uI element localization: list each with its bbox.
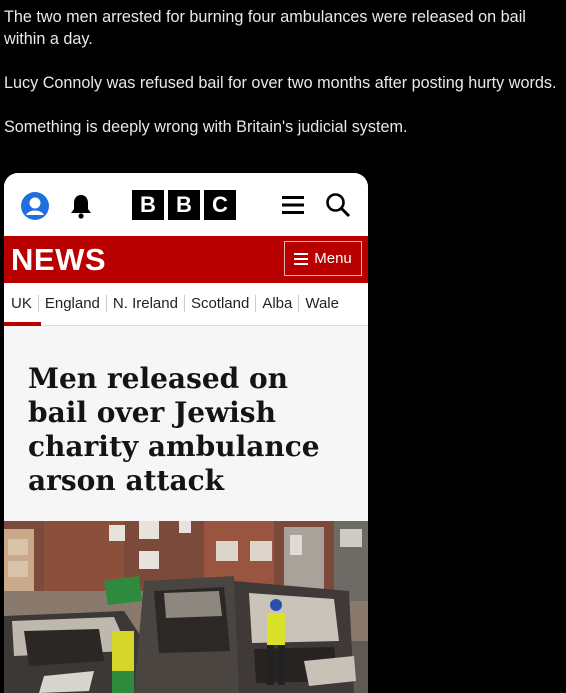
tweet-paragraph: Something is deeply wrong with Britain's… bbox=[4, 118, 408, 136]
nations-nav: UK England N. Ireland Scotland Alba Wale bbox=[4, 283, 368, 326]
tweet-paragraph: Lucy Connoly was refused bail for over t… bbox=[4, 74, 557, 92]
news-logo[interactable]: NEWS bbox=[11, 242, 106, 278]
bbc-logo-letter: B bbox=[132, 190, 164, 220]
tweet-text: The two men arrested for burning four am… bbox=[4, 6, 560, 160]
article-photo bbox=[4, 521, 368, 693]
hamburger-icon bbox=[294, 252, 309, 265]
account-icon[interactable] bbox=[20, 191, 50, 221]
bell-icon[interactable] bbox=[68, 192, 94, 220]
nav-item-uk[interactable]: UK bbox=[11, 295, 38, 312]
news-bar: NEWS Menu bbox=[4, 236, 368, 283]
bbc-header: B B C bbox=[4, 173, 368, 236]
bbc-logo-letter: C bbox=[204, 190, 236, 220]
nav-item-wales[interactable]: Wale bbox=[298, 295, 345, 312]
menu-icon[interactable] bbox=[280, 193, 306, 217]
top-clip bbox=[0, 0, 566, 4]
search-icon[interactable] bbox=[324, 191, 352, 219]
nav-item-scotland[interactable]: Scotland bbox=[183, 295, 255, 312]
nav-item-england[interactable]: England bbox=[37, 295, 106, 312]
tweet-paragraph: The two men arrested for burning four am… bbox=[4, 8, 526, 48]
attached-image[interactable]: B B C NEWS Menu UK England N. Ireland Sc… bbox=[4, 173, 368, 693]
menu-button[interactable]: Menu bbox=[284, 241, 362, 276]
bbc-logo-letter: B bbox=[168, 190, 200, 220]
article-headline: Men released on bail over Jewish charity… bbox=[28, 362, 320, 497]
menu-button-label: Menu bbox=[314, 250, 352, 267]
nav-item-alba[interactable]: Alba bbox=[255, 295, 298, 312]
headline-area: Men released on bail over Jewish charity… bbox=[4, 326, 368, 522]
bbc-logo[interactable]: B B C bbox=[132, 190, 236, 220]
nav-item-n-ireland[interactable]: N. Ireland bbox=[105, 295, 184, 312]
